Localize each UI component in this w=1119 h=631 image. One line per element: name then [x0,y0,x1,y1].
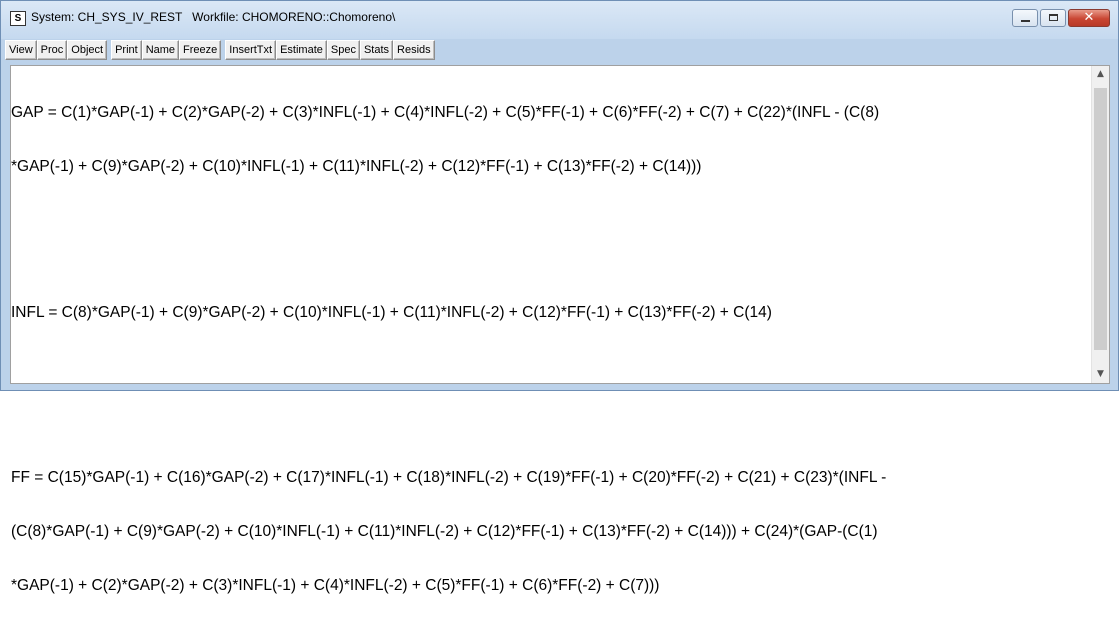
window-title: System: CH_SYS_IV_REST Workfile: CHOMORE… [31,10,396,24]
window-controls: ✕ [1010,9,1110,29]
vertical-scrollbar[interactable]: ▲ ▼ [1091,66,1109,383]
system-window: S System: CH_SYS_IV_REST Workfile: CHOMO… [0,0,1119,594]
print-button[interactable]: Print [111,40,142,60]
infl-equation: INFL = C(8)*GAP(-1) + C(9)*GAP(-2) + C(1… [11,268,1087,358]
equation-line: (C(8)*GAP(-1) + C(9)*GAP(-2) + C(10)*INF… [11,523,878,540]
scroll-down-arrow-icon[interactable]: ▼ [1092,366,1109,383]
object-button[interactable]: Object [67,40,108,60]
ff-equation: FF = C(15)*GAP(-1) + C(16)*GAP(-2) + C(1… [11,433,1087,631]
minimize-button[interactable] [1012,9,1038,27]
stats-button[interactable]: Stats [359,40,394,60]
equation-line: *GAP(-1) + C(9)*GAP(-2) + C(10)*INFL(-1)… [11,158,702,175]
proc-button[interactable]: Proc [36,40,68,60]
freeze-button[interactable]: Freeze [179,40,222,60]
view-button[interactable]: View [5,40,37,60]
equation-line: *GAP(-1) + C(2)*GAP(-2) + C(3)*INFL(-1) … [11,577,660,594]
specification-text-area[interactable]: GAP = C(1)*GAP(-1) + C(2)*GAP(-2) + C(3)… [10,65,1110,594]
maximize-button[interactable] [1040,9,1066,27]
estimate-button[interactable]: Estimate [276,40,327,60]
equation-line: INFL = C(8)*GAP(-1) + C(9)*GAP(-2) + C(1… [11,304,772,321]
inserttxt-button[interactable]: InsertTxt [225,40,277,60]
equation-line: GAP = C(1)*GAP(-1) + C(2)*GAP(-2) + C(3)… [11,104,880,121]
system-object-icon: S [10,11,26,26]
maximize-icon [1049,14,1058,21]
spec-button[interactable]: Spec [326,40,360,60]
close-icon: ✕ [1083,10,1095,25]
equation-line: FF = C(15)*GAP(-1) + C(16)*GAP(-2) + C(1… [11,469,887,486]
resids-button[interactable]: Resids [393,40,435,60]
scroll-up-arrow-icon[interactable]: ▲ [1092,66,1109,83]
close-button[interactable]: ✕ [1068,9,1110,27]
name-button[interactable]: Name [141,40,180,60]
object-toolbar: View Proc Object Print Name Freeze Inser… [5,40,435,60]
scrollbar-thumb[interactable] [1094,88,1107,350]
title-bar[interactable]: S System: CH_SYS_IV_REST Workfile: CHOMO… [1,1,1118,39]
equations-list: GAP = C(1)*GAP(-1) + C(2)*GAP(-2) + C(3)… [11,68,1087,631]
gap-equation: GAP = C(1)*GAP(-1) + C(2)*GAP(-2) + C(3)… [11,68,1087,212]
minimize-icon [1021,20,1030,22]
